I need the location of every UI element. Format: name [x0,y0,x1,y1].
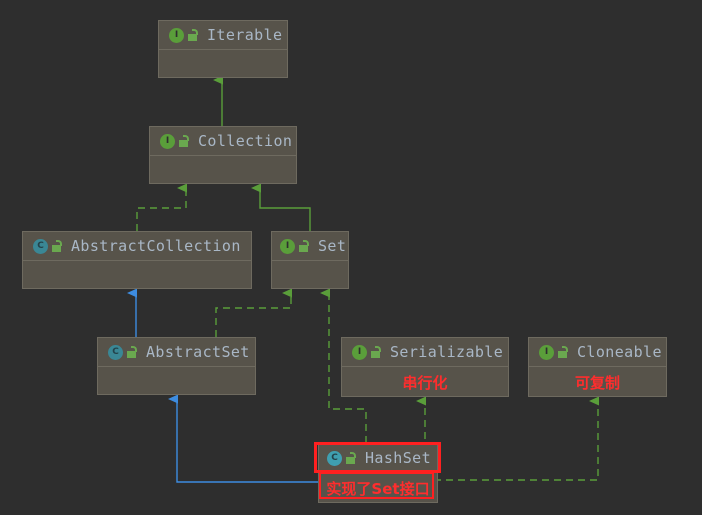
interface-icon: I [352,344,367,360]
node-name-label: Cloneable [577,343,662,361]
node-name-label: Iterable [207,26,283,44]
abstract-class-icon: C [33,238,48,254]
node-note-label: 可复制 [574,373,620,392]
interface-icon: I [539,344,554,360]
unlocked-padlock-icon [299,240,310,252]
class-node-abstractcollection[interactable]: C AbstractCollection [22,231,252,289]
node-title-row: I Collection [150,127,296,156]
interface-icon: I [169,27,184,43]
node-body-row [159,50,287,78]
node-title-row: I Cloneable [529,338,666,367]
unlocked-padlock-icon [127,346,138,358]
node-body-row [23,261,251,289]
unlocked-padlock-icon [52,240,63,252]
node-note-label: 串行化 [402,373,448,392]
edge-abstractcollection-to-collection [136,183,187,231]
hashset-title-highlight-box [314,442,441,473]
class-diagram-canvas: I Iterable I Collection C AbstractCollec… [0,0,702,515]
node-body-row: 可复制 [529,367,666,397]
node-name-label: Collection [198,132,293,150]
unlocked-padlock-icon [179,135,190,147]
unlocked-padlock-icon [558,346,569,358]
node-name-label: Set [318,237,347,255]
interface-icon: I [160,133,175,149]
node-title-row: I Set [272,232,348,261]
interface-icon: I [280,238,295,254]
node-title-row: I Serializable [342,338,508,367]
node-title-row: C AbstractCollection [23,232,251,261]
node-body-row [272,261,348,289]
unlocked-padlock-icon [371,346,382,358]
hashset-note-highlight-box [319,472,434,499]
node-name-label: Serializable [390,343,504,361]
node-title-row: C AbstractSet [98,338,255,367]
class-node-set[interactable]: I Set [271,231,349,289]
node-body-row [98,367,255,395]
node-title-row: I Iterable [159,21,287,50]
class-node-iterable[interactable]: I Iterable [158,20,288,78]
node-name-label: AbstractCollection [71,237,241,255]
edge-hashset-to-cloneable [422,396,599,481]
abstract-class-icon: C [108,344,123,360]
class-node-collection[interactable]: I Collection [149,126,297,184]
edge-set-to-collection [251,183,311,231]
unlocked-padlock-icon [188,29,199,41]
class-node-serializable[interactable]: I Serializable 串行化 [341,337,509,397]
class-node-cloneable[interactable]: I Cloneable 可复制 [528,337,667,397]
node-name-label: AbstractSet [146,343,250,361]
node-body-row [150,156,296,184]
edge-abstractset-to-set [215,288,292,337]
class-node-abstractset[interactable]: C AbstractSet [97,337,256,395]
node-body-row: 串行化 [342,367,508,397]
